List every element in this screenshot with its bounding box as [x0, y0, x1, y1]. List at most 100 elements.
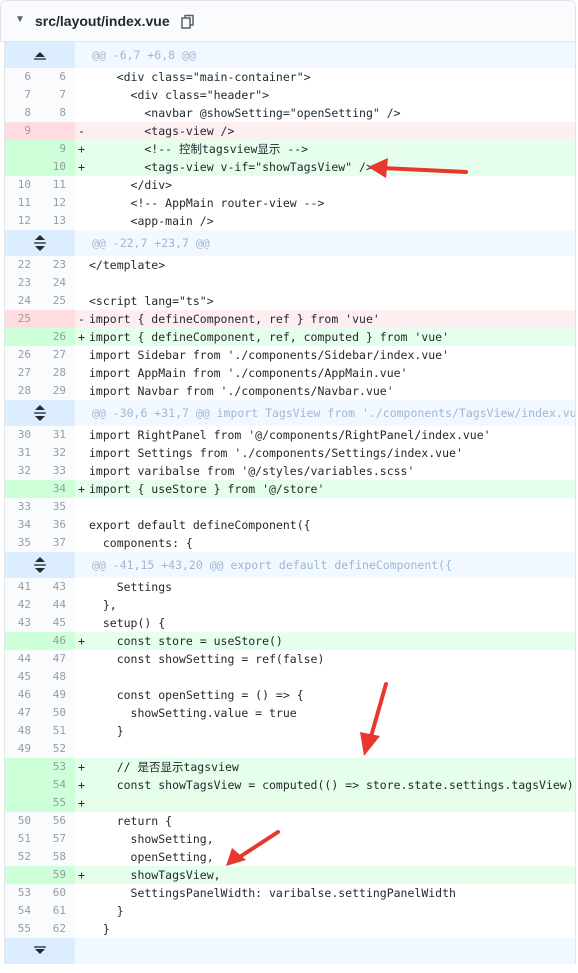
- new-line-number[interactable]: 45: [40, 614, 75, 632]
- new-line-number[interactable]: 32: [40, 444, 75, 462]
- old-line-number[interactable]: 34: [5, 516, 40, 534]
- old-line-number[interactable]: [5, 158, 40, 176]
- old-line-number[interactable]: [5, 632, 40, 650]
- old-line-number[interactable]: 46: [5, 686, 40, 704]
- old-line-number[interactable]: 31: [5, 444, 40, 462]
- old-line-number[interactable]: 27: [5, 364, 40, 382]
- new-line-number[interactable]: 36: [40, 516, 75, 534]
- new-line-number[interactable]: 7: [40, 86, 75, 104]
- expand-up-button[interactable]: [5, 42, 75, 68]
- old-line-number[interactable]: 33: [5, 498, 40, 516]
- new-line-number[interactable]: 25: [40, 292, 75, 310]
- diff-line: 52 58 openSetting,: [5, 848, 575, 866]
- new-line-number[interactable]: 62: [40, 920, 75, 938]
- new-line-number[interactable]: 56: [40, 812, 75, 830]
- old-line-number[interactable]: 25: [5, 310, 40, 328]
- old-line-number[interactable]: 26: [5, 346, 40, 364]
- new-line-number[interactable]: 6: [40, 68, 75, 86]
- old-line-number[interactable]: 6: [5, 68, 40, 86]
- old-line-number[interactable]: 49: [5, 740, 40, 758]
- new-line-number[interactable]: 13: [40, 212, 75, 230]
- new-line-number[interactable]: 11: [40, 176, 75, 194]
- old-line-number[interactable]: 48: [5, 722, 40, 740]
- new-line-number[interactable]: [40, 310, 75, 328]
- old-line-number[interactable]: 23: [5, 274, 40, 292]
- old-line-number[interactable]: 50: [5, 812, 40, 830]
- new-line-number[interactable]: 35: [40, 498, 75, 516]
- old-line-number[interactable]: 44: [5, 650, 40, 668]
- diff-sign: [75, 722, 89, 740]
- old-line-number[interactable]: 30: [5, 426, 40, 444]
- new-line-number[interactable]: 8: [40, 104, 75, 122]
- new-line-number[interactable]: 51: [40, 722, 75, 740]
- old-line-number[interactable]: 47: [5, 704, 40, 722]
- new-line-number[interactable]: 12: [40, 194, 75, 212]
- new-line-number[interactable]: [40, 122, 75, 140]
- new-line-number[interactable]: 55: [40, 794, 75, 812]
- new-line-number[interactable]: 33: [40, 462, 75, 480]
- new-line-number[interactable]: 47: [40, 650, 75, 668]
- old-line-number[interactable]: [5, 140, 40, 158]
- new-line-number[interactable]: 49: [40, 686, 75, 704]
- old-line-number[interactable]: [5, 776, 40, 794]
- old-line-number[interactable]: 42: [5, 596, 40, 614]
- new-line-number[interactable]: 23: [40, 256, 75, 274]
- old-line-number[interactable]: 8: [5, 104, 40, 122]
- new-line-number[interactable]: 58: [40, 848, 75, 866]
- new-line-number[interactable]: 60: [40, 884, 75, 902]
- new-line-number[interactable]: 9: [40, 140, 75, 158]
- new-line-number[interactable]: 27: [40, 346, 75, 364]
- new-line-number[interactable]: 10: [40, 158, 75, 176]
- new-line-number[interactable]: 48: [40, 668, 75, 686]
- old-line-number[interactable]: 55: [5, 920, 40, 938]
- old-line-number[interactable]: 53: [5, 884, 40, 902]
- copy-path-icon[interactable]: [181, 14, 195, 30]
- expand-button[interactable]: [5, 400, 75, 426]
- diff-sign: [75, 902, 89, 920]
- old-line-number[interactable]: [5, 866, 40, 884]
- old-line-number[interactable]: 41: [5, 578, 40, 596]
- new-line-number[interactable]: 57: [40, 830, 75, 848]
- old-line-number[interactable]: 12: [5, 212, 40, 230]
- new-line-number[interactable]: 61: [40, 902, 75, 920]
- new-line-number[interactable]: 31: [40, 426, 75, 444]
- old-line-number[interactable]: 45: [5, 668, 40, 686]
- new-line-number[interactable]: 43: [40, 578, 75, 596]
- new-line-number[interactable]: 37: [40, 534, 75, 552]
- old-line-number[interactable]: [5, 794, 40, 812]
- old-line-number[interactable]: 7: [5, 86, 40, 104]
- new-line-number[interactable]: 50: [40, 704, 75, 722]
- new-line-number[interactable]: 54: [40, 776, 75, 794]
- new-line-number[interactable]: 34: [40, 480, 75, 498]
- old-line-number[interactable]: 22: [5, 256, 40, 274]
- new-line-number[interactable]: 52: [40, 740, 75, 758]
- code-text: showTagsView,: [89, 868, 221, 882]
- old-line-number[interactable]: 52: [5, 848, 40, 866]
- old-line-number[interactable]: [5, 758, 40, 776]
- old-line-number[interactable]: 35: [5, 534, 40, 552]
- old-line-number[interactable]: 28: [5, 382, 40, 400]
- new-line-number[interactable]: 59: [40, 866, 75, 884]
- collapse-caret-icon[interactable]: ▼: [15, 14, 25, 25]
- new-line-number[interactable]: 53: [40, 758, 75, 776]
- expand-button[interactable]: [5, 552, 75, 578]
- old-line-number[interactable]: 54: [5, 902, 40, 920]
- old-line-number[interactable]: 11: [5, 194, 40, 212]
- new-line-number[interactable]: 24: [40, 274, 75, 292]
- old-line-number[interactable]: 9: [5, 122, 40, 140]
- old-line-number[interactable]: [5, 480, 40, 498]
- new-line-number[interactable]: 46: [40, 632, 75, 650]
- expand-down-button[interactable]: [5, 938, 75, 964]
- old-line-number[interactable]: [5, 328, 40, 346]
- new-line-number[interactable]: 44: [40, 596, 75, 614]
- old-line-number[interactable]: 24: [5, 292, 40, 310]
- new-line-number[interactable]: 29: [40, 382, 75, 400]
- expand-button[interactable]: [5, 230, 75, 256]
- old-line-number[interactable]: 51: [5, 830, 40, 848]
- new-line-number[interactable]: 26: [40, 328, 75, 346]
- file-path[interactable]: src/layout/index.vue: [35, 13, 170, 29]
- new-line-number[interactable]: 28: [40, 364, 75, 382]
- old-line-number[interactable]: 43: [5, 614, 40, 632]
- old-line-number[interactable]: 10: [5, 176, 40, 194]
- old-line-number[interactable]: 32: [5, 462, 40, 480]
